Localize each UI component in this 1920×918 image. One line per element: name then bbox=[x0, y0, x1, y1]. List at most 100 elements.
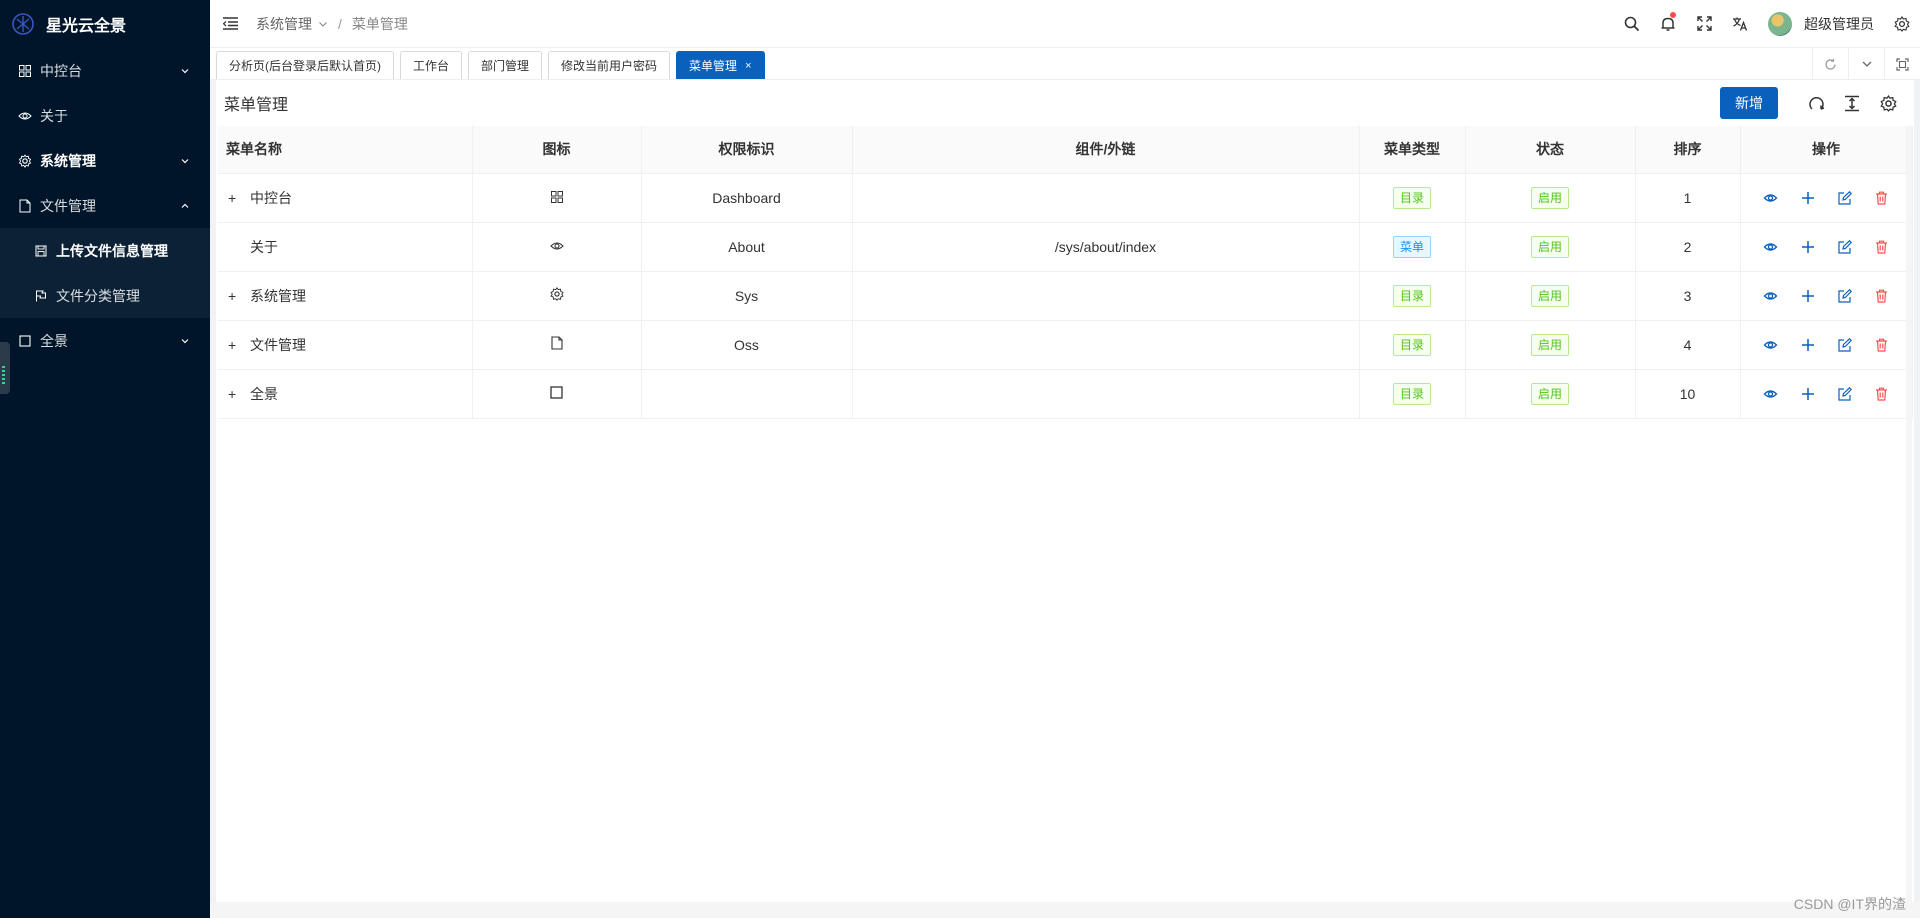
vertical-scrollbar[interactable] bbox=[1906, 126, 1912, 902]
cell-order: 4 bbox=[1635, 320, 1741, 370]
add-child-plus-icon[interactable] bbox=[1799, 238, 1816, 255]
app-logo[interactable]: 星光云全景 bbox=[0, 0, 210, 48]
refresh-icon[interactable] bbox=[1812, 48, 1848, 80]
status-tag: 启用 bbox=[1530, 333, 1569, 356]
edit-icon[interactable] bbox=[1836, 336, 1853, 353]
view-eye-icon[interactable] bbox=[1762, 189, 1779, 206]
gear-icon bbox=[18, 153, 32, 168]
column-header[interactable]: 操作 bbox=[1740, 126, 1913, 174]
tab-label: 菜单管理 bbox=[689, 59, 738, 73]
table-row[interactable]: 关于 About/sys/about/index 菜单 启用 2 bbox=[218, 222, 1913, 272]
sidebar-item-system[interactable]: 系统管理 bbox=[0, 138, 210, 183]
edit-icon[interactable] bbox=[1836, 238, 1853, 255]
sidebar-item-panorama[interactable]: 全景 bbox=[0, 318, 210, 363]
chevron-down-icon[interactable] bbox=[1848, 48, 1884, 80]
cell-component bbox=[852, 271, 1360, 321]
add-child-plus-icon[interactable] bbox=[1799, 385, 1816, 402]
column-header[interactable]: 菜单类型 bbox=[1359, 126, 1466, 174]
close-icon[interactable]: × bbox=[745, 60, 751, 72]
column-header[interactable]: 状态 bbox=[1465, 126, 1636, 174]
add-button[interactable]: 新增 bbox=[1720, 87, 1778, 119]
column-header[interactable]: 权限标识 bbox=[641, 126, 853, 174]
status-tag: 启用 bbox=[1530, 186, 1569, 209]
add-child-plus-icon[interactable] bbox=[1799, 189, 1816, 206]
cell-icon bbox=[472, 369, 642, 419]
delete-trash-icon[interactable] bbox=[1873, 238, 1890, 255]
gear-icon bbox=[549, 287, 564, 304]
tab-department[interactable]: 部门管理 bbox=[468, 51, 543, 79]
expand-toggle-icon[interactable]: + bbox=[228, 386, 240, 402]
translate-icon[interactable] bbox=[1722, 0, 1758, 48]
cell-permission: About bbox=[641, 222, 853, 272]
sidebar-subitem-upload-info[interactable]: 上传文件信息管理 bbox=[0, 228, 210, 273]
tab-analysis[interactable]: 分析页(后台登录后默认首页) bbox=[216, 51, 394, 79]
table-header-row: 菜单名称 图标 权限标识 组件/外链 菜单类型 状态 排序 操作 bbox=[218, 126, 1913, 174]
square-icon bbox=[18, 334, 32, 348]
view-eye-icon[interactable] bbox=[1762, 336, 1779, 353]
column-header[interactable]: 排序 bbox=[1635, 126, 1741, 174]
tab-change-password[interactable]: 修改当前用户密码 bbox=[548, 51, 671, 79]
horizontal-scrollbar[interactable] bbox=[210, 902, 1920, 918]
cell-menu-name: 关于 bbox=[218, 222, 473, 272]
sidebar-item-dashboard[interactable]: 中控台 bbox=[0, 48, 210, 93]
tab-workbench[interactable]: 工作台 bbox=[400, 51, 463, 79]
chevron-down-icon bbox=[180, 156, 190, 166]
user-avatar[interactable] bbox=[1768, 11, 1792, 36]
cell-menu-name: + 全景 bbox=[218, 369, 473, 419]
cell-permission: Oss bbox=[641, 320, 853, 370]
column-height-icon[interactable] bbox=[1840, 91, 1864, 115]
cell-status: 启用 bbox=[1465, 369, 1636, 419]
cell-order: 10 bbox=[1635, 369, 1741, 419]
sidebar-drag-handle[interactable] bbox=[0, 342, 10, 394]
view-eye-icon[interactable] bbox=[1762, 287, 1779, 304]
column-header[interactable]: 组件/外链 bbox=[852, 126, 1360, 174]
expand-icon[interactable] bbox=[1884, 48, 1920, 80]
table-row[interactable]: + 全景 目录 启用 10 bbox=[218, 369, 1913, 419]
add-child-plus-icon[interactable] bbox=[1799, 336, 1816, 353]
search-icon[interactable] bbox=[1614, 0, 1650, 48]
cell-menu-name: + 中控台 bbox=[218, 173, 473, 223]
edit-icon[interactable] bbox=[1836, 287, 1853, 304]
column-header[interactable]: 图标 bbox=[472, 126, 642, 174]
sidebar-subitem-file-category[interactable]: 文件分类管理 bbox=[0, 273, 210, 318]
table-row[interactable]: + 文件管理 Oss 目录 启用 4 bbox=[218, 320, 1913, 370]
sidebar-item-label: 文件分类管理 bbox=[56, 287, 140, 304]
sidebar-item-label: 关于 bbox=[40, 107, 68, 124]
menu-name: 系统管理 bbox=[250, 287, 306, 304]
expand-toggle-icon[interactable]: + bbox=[228, 288, 240, 304]
edit-icon[interactable] bbox=[1836, 189, 1853, 206]
expand-toggle-icon[interactable]: + bbox=[228, 337, 240, 353]
delete-trash-icon[interactable] bbox=[1873, 287, 1890, 304]
watermark: CSDN @IT界的渣 bbox=[1793, 896, 1906, 912]
tab-label: 修改当前用户密码 bbox=[561, 59, 658, 73]
fullscreen-icon[interactable] bbox=[1686, 0, 1722, 48]
username[interactable]: 超级管理员 bbox=[1804, 14, 1874, 34]
delete-trash-icon[interactable] bbox=[1873, 189, 1890, 206]
expand-toggle-icon[interactable]: + bbox=[228, 190, 240, 206]
add-child-plus-icon[interactable] bbox=[1799, 287, 1816, 304]
sidebar-item-about[interactable]: 关于 bbox=[0, 93, 210, 138]
cell-component bbox=[852, 173, 1360, 223]
table-row[interactable]: + 中控台 Dashboard 目录 启用 1 bbox=[218, 173, 1913, 223]
bell-icon[interactable] bbox=[1650, 0, 1686, 48]
collapse-menu-icon[interactable] bbox=[222, 16, 238, 32]
column-settings-icon[interactable] bbox=[1876, 91, 1900, 115]
edit-icon[interactable] bbox=[1836, 385, 1853, 402]
cell-status: 启用 bbox=[1465, 173, 1636, 223]
reload-icon[interactable] bbox=[1804, 91, 1828, 115]
settings-gear-icon[interactable] bbox=[1884, 0, 1920, 48]
view-eye-icon[interactable] bbox=[1762, 238, 1779, 255]
eye-icon bbox=[549, 239, 564, 255]
chevron-down-icon[interactable] bbox=[318, 16, 328, 32]
column-header[interactable]: 菜单名称 bbox=[218, 126, 473, 174]
table-row[interactable]: + 系统管理 Sys 目录 启用 3 bbox=[218, 271, 1913, 321]
sidebar-item-file[interactable]: 文件管理 bbox=[0, 183, 210, 228]
menu-table: 菜单名称 图标 权限标识 组件/外链 菜单类型 状态 排序 操作 + 中控台 Das… bbox=[218, 126, 1913, 419]
delete-trash-icon[interactable] bbox=[1873, 385, 1890, 402]
delete-trash-icon[interactable] bbox=[1873, 336, 1890, 353]
view-eye-icon[interactable] bbox=[1762, 385, 1779, 402]
breadcrumb-parent[interactable]: 系统管理 bbox=[256, 14, 312, 34]
tab-menu-management[interactable]: 菜单管理 × bbox=[676, 51, 765, 79]
cell-permission: Dashboard bbox=[641, 173, 853, 223]
flag-icon bbox=[34, 289, 48, 303]
